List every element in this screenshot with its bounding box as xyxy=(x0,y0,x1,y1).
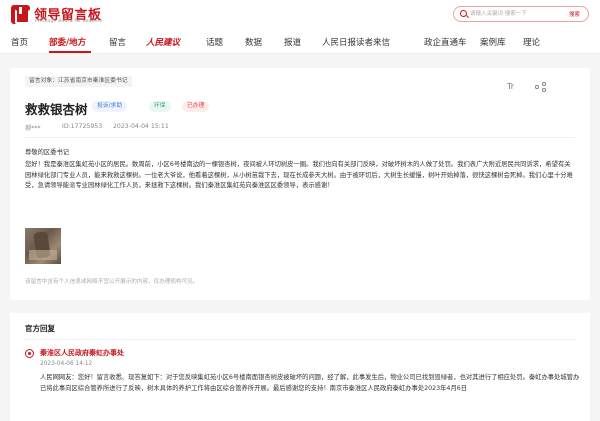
nav-reports[interactable]: 报道 xyxy=(284,36,301,48)
divider xyxy=(25,137,575,138)
share-icon[interactable] xyxy=(535,82,547,92)
site-logo[interactable]: 领导留言板 Message Board for Leaders xyxy=(11,4,111,26)
organization-icon xyxy=(25,349,34,358)
nav-home[interactable]: 首页 xyxy=(11,36,28,48)
nav-ministries-local[interactable]: 部委/地方 xyxy=(49,36,86,48)
message-title: 救救银杏树 xyxy=(25,102,88,117)
breadcrumb: 留言对象：江苏省南京市秦淮区委书记 xyxy=(25,76,132,87)
search-icon xyxy=(460,10,467,17)
reply-organization: 秦淮区人民政府秦虹办事处 xyxy=(40,349,124,357)
nav-topics[interactable]: 话题 xyxy=(206,36,223,48)
search-input[interactable] xyxy=(470,8,560,20)
breadcrumb-prefix: 留言对象： xyxy=(29,78,58,84)
search-box: 搜索 xyxy=(453,6,589,22)
nav-people-suggestions[interactable]: 人民建议 xyxy=(146,36,180,48)
status-badge: 已办理 xyxy=(182,101,210,112)
attachment-thumbnail[interactable] xyxy=(25,228,61,264)
author: 郝*** xyxy=(25,125,41,132)
privacy-disclaimer: 该留言中含有个人信息或网络不宜公开展示的内容，仅办理机构可见。 xyxy=(25,279,199,285)
tag-complaint: 投诉/求助 xyxy=(92,101,128,112)
nav-theory[interactable]: 理论 xyxy=(523,36,540,48)
message-body: 您好！我是秦淮区集虹苑小区的居民。数周前，小区6号楼南边的一棵银杏树，夜间被人环… xyxy=(25,161,573,189)
reply-section-title: 官方回复 xyxy=(25,324,55,333)
logo-subtitle: Message Board for Leaders xyxy=(35,19,103,24)
font-size-icon[interactable]: Tr xyxy=(507,82,514,91)
reply-card: 官方回复 秦淮区人民政府秦虹办事处 2023-04-06 14:12 人民网网友… xyxy=(10,313,590,421)
nav-messages[interactable]: 留言 xyxy=(109,36,126,48)
message-datetime: 2023-04-04 15:11 xyxy=(113,123,169,130)
divider xyxy=(25,339,575,340)
nav-reader-letters[interactable]: 人民日报读者来信 xyxy=(322,36,390,48)
nav-enterprise-channel[interactable]: 政企直通车 xyxy=(424,36,467,48)
tag-environment: 环保 xyxy=(149,101,171,112)
message-card: 留言对象：江苏省南京市秦淮区委书记 Tr 救救银杏树 投诉/求助 环保 已办理 … xyxy=(10,68,590,300)
main-nav: 首页 部委/地方 留言 人民建议 话题 数据 报道 人民日报读者来信 政企直通车… xyxy=(0,31,600,54)
nav-active-indicator xyxy=(49,51,91,53)
message-greeting: 尊敬的区委书记 xyxy=(25,149,70,156)
logo-icon xyxy=(11,5,30,24)
top-bar: 领导留言板 Message Board for Leaders 搜索 xyxy=(0,0,600,31)
nav-data[interactable]: 数据 xyxy=(245,36,262,48)
search-button[interactable]: 搜索 xyxy=(569,10,580,18)
message-id: ID:17725953 xyxy=(62,123,103,130)
breadcrumb-target[interactable]: 江苏省南京市秦淮区委书记 xyxy=(58,78,128,84)
reply-date: 2023-04-06 14:12 xyxy=(40,361,93,367)
nav-case-library[interactable]: 案例库 xyxy=(480,36,506,48)
reply-body: 人民网网友：您好！留言收悉、现答复如下：对于您反映集虹苑小区6号楼南面银杏树皮被… xyxy=(40,374,580,392)
